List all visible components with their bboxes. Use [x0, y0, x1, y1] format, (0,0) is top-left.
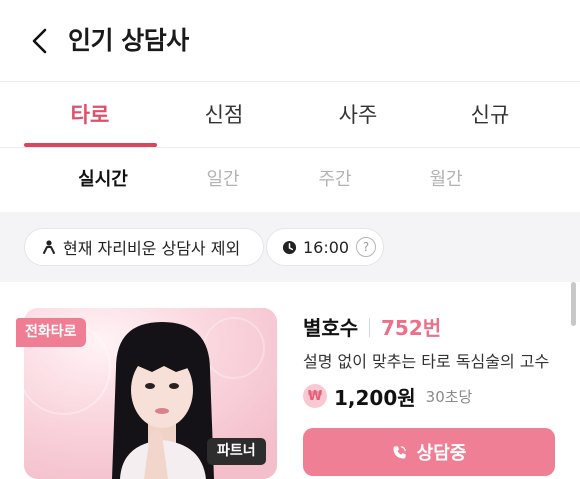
scrollbar[interactable]: [571, 282, 576, 326]
category-tabs: 타로 신점 사주 신규: [0, 82, 580, 148]
partner-badge: 파트너: [207, 438, 266, 465]
tab-sinjeom[interactable]: 신점: [158, 100, 290, 130]
app-header: 인기 상담사: [0, 0, 580, 82]
period-tabs: 실시간 일간 주간 월간: [0, 148, 580, 212]
tab-new[interactable]: 신규: [424, 100, 556, 130]
exclude-away-label: 현재 자리비운 상담사 제외: [63, 239, 241, 258]
name-separator: [369, 318, 370, 337]
price-value: 1,200원: [334, 385, 416, 410]
tab-saju[interactable]: 사주: [292, 100, 424, 130]
away-person-icon: [41, 239, 57, 255]
filter-bar: 현재 자리비운 상담사 제외 16:00 ?: [0, 212, 580, 282]
consulting-button-label: 상담중: [416, 443, 467, 464]
phone-icon: [392, 445, 407, 460]
active-tab-indicator: [24, 143, 157, 147]
price-unit: 30초당: [425, 387, 473, 406]
period-monthly[interactable]: 월간: [396, 167, 496, 193]
exclude-away-filter-chip[interactable]: 현재 자리비운 상담사 제외: [24, 228, 264, 266]
counselor-description: 설명 없이 맞추는 타로 독심술의 고수: [303, 352, 550, 371]
tab-tarot[interactable]: 타로: [24, 100, 156, 130]
time-filter-chip[interactable]: 16:00 ?: [266, 228, 384, 266]
phone-tarot-badge: 전화타로: [16, 318, 86, 347]
page-title: 인기 상담사: [68, 26, 189, 55]
clock-icon: [282, 240, 297, 255]
won-coin-icon: ₩: [303, 384, 327, 408]
time-label: 16:00: [303, 237, 350, 257]
period-realtime[interactable]: 실시간: [53, 167, 153, 193]
consulting-button[interactable]: 상담중: [303, 428, 555, 476]
back-button[interactable]: [24, 24, 56, 58]
chevron-left-icon: [32, 28, 47, 54]
counselor-number: 752번: [381, 316, 442, 340]
period-daily[interactable]: 일간: [173, 167, 273, 193]
period-weekly[interactable]: 주간: [285, 167, 385, 193]
help-icon[interactable]: ?: [356, 237, 377, 257]
price-row: ₩ 1,200원 30초당: [303, 382, 472, 410]
counselor-name: 별호수: [303, 316, 359, 340]
